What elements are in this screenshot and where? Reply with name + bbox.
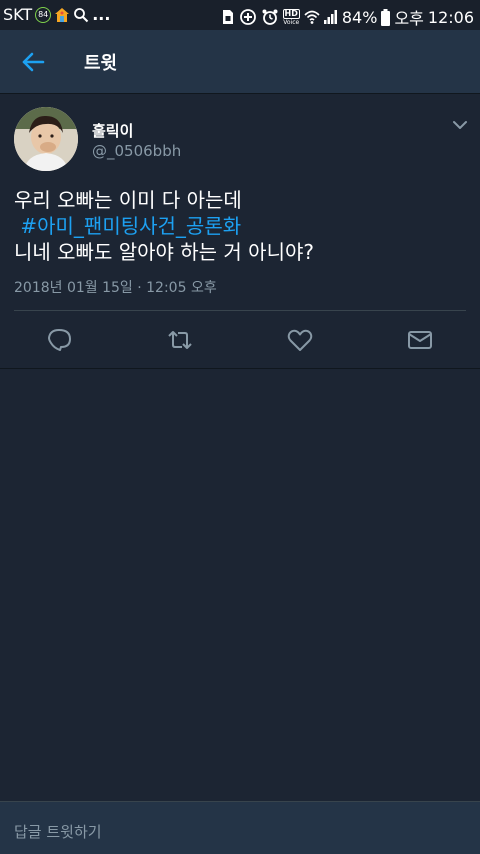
- ampm-label: 오후: [394, 9, 424, 28]
- back-arrow-icon: [22, 52, 45, 72]
- chevron-down-icon: [453, 121, 467, 129]
- direct-message-button[interactable]: [406, 326, 434, 354]
- search-icon: [73, 7, 89, 23]
- hd-voice-icon: HD Voice: [282, 8, 300, 26]
- status-bar: SKT 84 ... HD Voice 84% 오후 12:06: [0, 0, 480, 30]
- signal-icon: [323, 9, 338, 25]
- message-icon: [408, 331, 432, 349]
- avatar[interactable]: [14, 107, 78, 171]
- tweet-detail: 훌릭이 @_0506bbh 우리 오빠는 이미 다 아는데 #아미_팬미팅사건_…: [0, 94, 480, 369]
- wifi-icon: [304, 9, 320, 25]
- sim-icon: [221, 9, 235, 25]
- tweet-timestamp: 2018년 01월 15일 · 12:05 오후: [14, 280, 217, 296]
- tweet-text-line: 우리 오빠는 이미 다 아는데: [14, 188, 242, 212]
- more-notifications-label: ...: [92, 5, 111, 24]
- divider: [14, 310, 466, 311]
- voice-label: Voice: [283, 18, 300, 26]
- tweet-actions: [0, 326, 480, 356]
- carrier-label: SKT: [3, 5, 33, 24]
- data-saver-icon: [239, 8, 257, 26]
- page-title: 트윗: [84, 53, 118, 74]
- author-handle[interactable]: @_0506bbh: [92, 142, 181, 160]
- status-bar-left: SKT 84 ...: [3, 5, 110, 24]
- tweet-hashtag-line: #아미_팬미팅사건_공론화: [14, 213, 464, 239]
- hd-label: HD: [282, 8, 300, 19]
- alarm-clock-icon: [261, 8, 279, 26]
- app-bar: 트윗: [0, 30, 480, 94]
- reply-composer[interactable]: 답글 트윗하기: [0, 801, 480, 854]
- hashtag-link[interactable]: #아미_팬미팅사건_공론화: [20, 214, 241, 238]
- battery-icon: [381, 8, 391, 26]
- home-app-icon: [54, 7, 70, 23]
- author-name[interactable]: 훌릭이: [92, 120, 133, 141]
- retweet-icon: [168, 331, 192, 349]
- reply-icon: [48, 329, 71, 351]
- reply-input[interactable]: 답글 트윗하기: [14, 821, 102, 842]
- like-icon: [287, 329, 313, 351]
- tweet-text: 우리 오빠는 이미 다 아는데 #아미_팬미팅사건_공론화 니네 오빠도 알아야…: [14, 187, 464, 265]
- tweet-text-line: 니네 오빠도 알아야 하는 거 아니야?: [14, 240, 315, 264]
- back-button[interactable]: [20, 49, 46, 75]
- reply-button[interactable]: [46, 326, 74, 354]
- retweet-button[interactable]: [166, 326, 194, 354]
- tweet-menu-button[interactable]: [451, 117, 469, 131]
- clock-time: 12:06: [427, 7, 474, 27]
- notification-badge: 84: [35, 6, 52, 23]
- status-bar-right: HD Voice 84% 오후 12:06: [221, 5, 474, 29]
- avatar-image: [14, 107, 78, 171]
- like-button[interactable]: [286, 326, 314, 354]
- battery-percent: 84%: [341, 7, 378, 27]
